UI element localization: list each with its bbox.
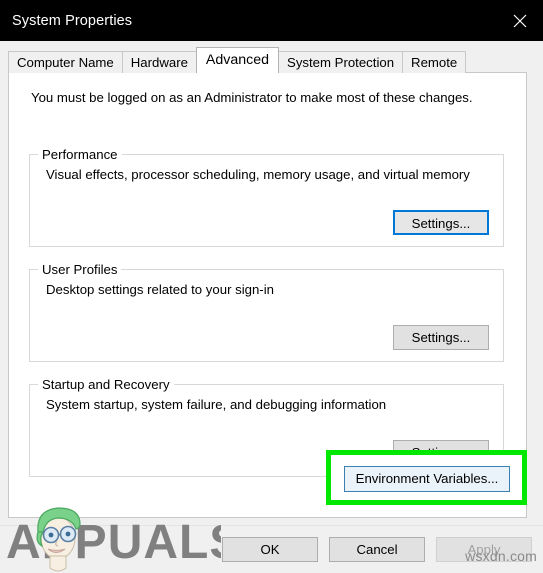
tab-system-protection[interactable]: System Protection [278, 51, 404, 73]
tab-remote[interactable]: Remote [402, 51, 467, 73]
cancel-button[interactable]: Cancel [329, 537, 425, 562]
group-performance: Performance Visual effects, processor sc… [29, 147, 504, 247]
tab-strip: Computer Name Hardware Advanced System P… [8, 47, 467, 73]
close-icon [513, 14, 527, 28]
site-watermark: wsxdn.com [465, 548, 537, 564]
window-titlebar: System Properties [0, 0, 543, 41]
group-startup-and-recovery-title: Startup and Recovery [38, 377, 174, 392]
tab-hardware[interactable]: Hardware [121, 51, 197, 73]
window-title: System Properties [12, 12, 133, 29]
environment-variables-button[interactable]: Environment Variables... [344, 466, 510, 492]
group-performance-title: Performance [38, 147, 122, 162]
group-user-profiles-title: User Profiles [38, 262, 122, 277]
environment-variables-highlight: Environment Variables... [326, 450, 527, 505]
performance-settings-button[interactable]: Settings... [393, 210, 489, 235]
dialog-footer: OK Cancel Apply [0, 525, 543, 573]
group-user-profiles-description: Desktop settings related to your sign-in [46, 282, 274, 297]
group-startup-and-recovery-description: System startup, system failure, and debu… [46, 397, 387, 412]
ok-button[interactable]: OK [222, 537, 318, 562]
administrator-note: You must be logged on as an Administrato… [31, 90, 473, 105]
user-profiles-settings-button[interactable]: Settings... [393, 325, 489, 350]
close-button[interactable] [497, 0, 543, 41]
tab-computer-name[interactable]: Computer Name [8, 51, 123, 73]
group-performance-description: Visual effects, processor scheduling, me… [46, 167, 470, 182]
screenshot-root: System Properties You must be logged on … [0, 0, 543, 573]
tab-advanced[interactable]: Advanced [195, 47, 280, 73]
group-user-profiles: User Profiles Desktop settings related t… [29, 262, 504, 362]
